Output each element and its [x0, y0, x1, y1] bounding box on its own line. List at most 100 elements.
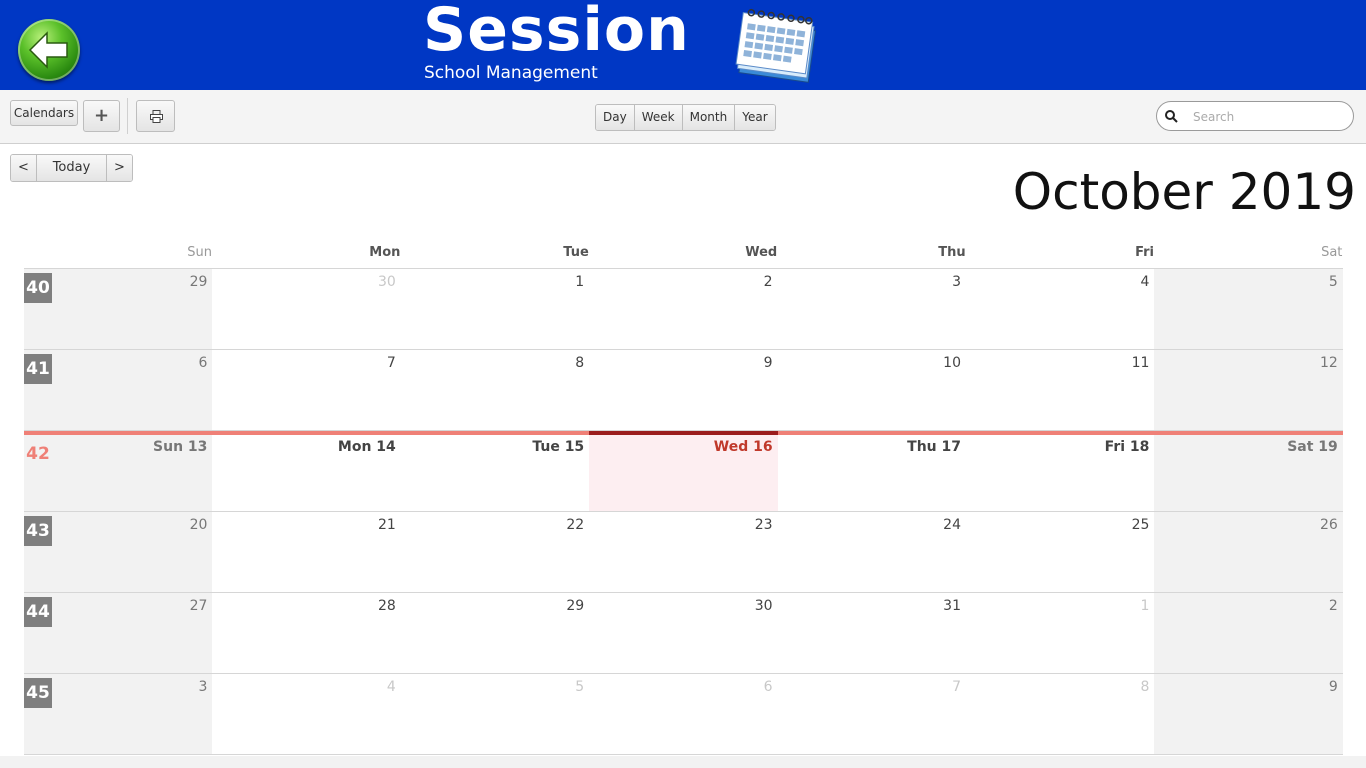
day-number: Thu 17 — [907, 439, 961, 455]
weekday-label: Sat — [1321, 245, 1343, 260]
day-cell[interactable]: 4 — [966, 269, 1154, 349]
day-cell[interactable]: 10 — [778, 350, 966, 430]
weekday-label: Mon — [369, 245, 401, 260]
day-cell[interactable]: Mon 14 — [212, 435, 400, 511]
day-cell[interactable]: 1 — [401, 269, 589, 349]
day-number: Wed 16 — [713, 439, 773, 455]
calendar-panel: < Today > October 2019 Sun Mon Tue Wed Thu Fr… — [0, 144, 1366, 756]
day-cell[interactable]: 29 — [401, 593, 589, 673]
day-cell[interactable]: 21 — [212, 512, 400, 592]
day-cell[interactable]: 30 — [589, 593, 777, 673]
day-cell[interactable]: 25 — [966, 512, 1154, 592]
day-cell[interactable]: 8 — [401, 350, 589, 430]
day-cell[interactable]: 29 — [24, 269, 213, 349]
view-week-button[interactable]: Week — [634, 105, 683, 130]
month-grid: Sun Mon Tue Wed Thu Fri Sat 29 30 1 2 3 4 5 40 6 7 8 9 10 1… — [24, 242, 1343, 755]
day-cell[interactable]: 12 — [1154, 350, 1343, 430]
day-cell[interactable]: 31 — [778, 593, 966, 673]
day-cell[interactable]: 26 — [1154, 512, 1343, 592]
day-cell[interactable]: 5 — [1154, 269, 1343, 349]
today-indicator — [589, 431, 778, 435]
day-cell[interactable]: 1 — [966, 593, 1154, 673]
day-cell[interactable]: 2 — [589, 269, 777, 349]
day-cell[interactable]: Sun 13 — [24, 435, 213, 511]
day-cell[interactable]: 6 — [589, 674, 777, 754]
day-cell[interactable]: 24 — [778, 512, 966, 592]
app-header: Session School Management — [0, 0, 1366, 90]
day-cell[interactable]: 4 — [212, 674, 400, 754]
search-box[interactable] — [1156, 101, 1354, 131]
week-row: 20 21 22 23 24 25 26 43 — [24, 512, 1343, 593]
day-number: 5 — [1328, 274, 1338, 290]
week-row: 27 28 29 30 31 1 2 44 — [24, 593, 1343, 674]
month-title: October 2019 — [1012, 163, 1356, 221]
calendars-button[interactable]: Calendars — [10, 100, 78, 126]
day-number: 25 — [1131, 517, 1150, 533]
day-number: Mon 14 — [337, 439, 396, 455]
today-cell[interactable]: Wed 16 — [589, 431, 778, 511]
day-number: 24 — [943, 517, 961, 533]
day-cell[interactable]: 9 — [1154, 674, 1343, 754]
day-cell[interactable]: 7 — [212, 350, 400, 430]
week-row: 3 4 5 6 7 8 9 45 — [24, 674, 1343, 755]
next-month-button[interactable]: > — [107, 155, 132, 181]
day-number: 12 — [1319, 355, 1338, 371]
calendar-icon — [735, 8, 817, 83]
day-cell[interactable]: 3 — [778, 269, 966, 349]
date-navigation: < Today > — [10, 154, 133, 182]
week-number-badge: 44 — [24, 597, 52, 627]
day-number: 28 — [377, 598, 396, 614]
day-cell[interactable]: 5 — [401, 674, 589, 754]
add-event-button[interactable]: + — [83, 100, 120, 132]
day-cell[interactable]: 22 — [401, 512, 589, 592]
footer-strip — [0, 756, 1366, 768]
day-number: 22 — [566, 517, 585, 533]
week-row: 6 7 8 9 10 11 12 41 — [24, 350, 1343, 431]
day-cell[interactable]: Fri 18 — [966, 435, 1154, 511]
day-number: 8 — [1140, 679, 1150, 695]
view-year-button[interactable]: Year — [735, 105, 775, 130]
day-number: 20 — [189, 517, 208, 533]
day-number: 10 — [943, 355, 961, 371]
day-cell[interactable]: 28 — [212, 593, 400, 673]
printer-icon — [150, 110, 163, 123]
arrow-left-icon — [28, 31, 68, 69]
day-cell[interactable]: Sat 19 — [1154, 435, 1343, 511]
weekday-header: Sun Mon Tue Wed Thu Fri Sat — [24, 242, 1343, 269]
day-cell[interactable]: Tue 15 — [401, 435, 589, 511]
day-number: 9 — [763, 355, 773, 371]
day-number: 2 — [763, 274, 773, 290]
day-cell[interactable]: 9 — [589, 350, 777, 430]
today-button[interactable]: Today — [37, 155, 107, 181]
day-cell[interactable]: 6 — [24, 350, 213, 430]
day-number: 2 — [1328, 598, 1338, 614]
day-number: 6 — [198, 355, 208, 371]
day-number: 31 — [943, 598, 961, 614]
search-icon — [1165, 110, 1178, 123]
weekday-label: Fri — [1135, 245, 1154, 260]
day-cell[interactable]: 30 — [212, 269, 400, 349]
week-number-badge: 43 — [24, 516, 52, 546]
day-number: 29 — [566, 598, 585, 614]
back-button[interactable] — [18, 19, 80, 81]
day-number: 26 — [1319, 517, 1338, 533]
day-cell[interactable]: Thu 17 — [778, 435, 966, 511]
print-button[interactable] — [136, 100, 175, 132]
weekday-label: Wed — [745, 245, 778, 260]
view-month-button[interactable]: Month — [682, 105, 736, 130]
week-number-badge: 42 — [26, 444, 50, 464]
day-number: 23 — [754, 517, 773, 533]
day-cell[interactable]: 7 — [778, 674, 966, 754]
day-cell[interactable]: 27 — [24, 593, 213, 673]
search-input[interactable] — [1191, 107, 1345, 127]
toolbar-divider — [127, 98, 128, 134]
day-cell[interactable]: 2 — [1154, 593, 1343, 673]
day-cell[interactable]: 11 — [966, 350, 1154, 430]
day-cell[interactable]: 8 — [966, 674, 1154, 754]
previous-month-button[interactable]: < — [11, 155, 37, 181]
view-day-button[interactable]: Day — [596, 105, 635, 130]
day-number: Sat 19 — [1287, 439, 1338, 455]
day-cell[interactable]: 23 — [589, 512, 777, 592]
day-cell[interactable]: 3 — [24, 674, 213, 754]
day-cell[interactable]: 20 — [24, 512, 213, 592]
